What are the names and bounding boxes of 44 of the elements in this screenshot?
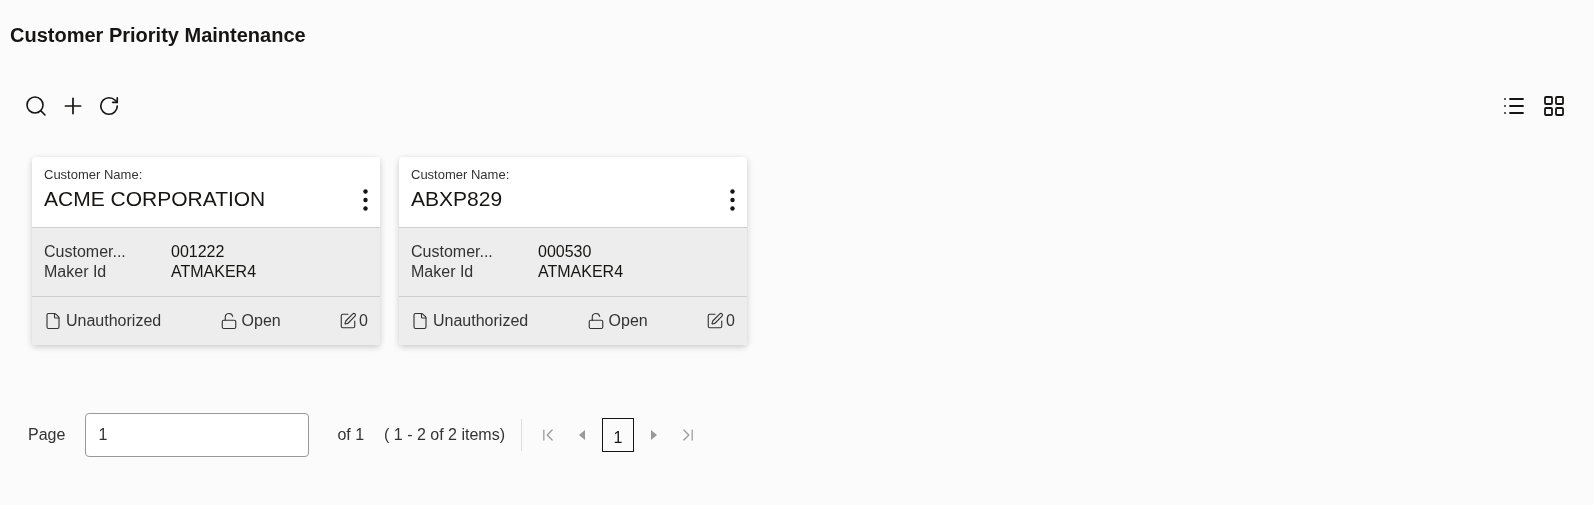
edit-count: 0 <box>726 310 735 331</box>
document-icon <box>44 311 62 330</box>
page-count: of 1 <box>337 424 365 445</box>
edit-icon <box>339 311 358 330</box>
previous-page-button[interactable] <box>578 429 586 440</box>
page-button[interactable]: 1 <box>602 417 634 452</box>
left-triangle-icon <box>578 429 586 440</box>
right-triangle-icon <box>650 429 658 440</box>
grid-icon <box>1542 94 1566 118</box>
name-label: Customer Name: <box>411 166 510 184</box>
document-icon <box>411 311 429 330</box>
field-label: Customer... <box>411 241 494 262</box>
grid-view-button[interactable] <box>1542 94 1566 118</box>
field-label: Maker Id <box>44 261 108 282</box>
refresh-icon <box>98 95 120 117</box>
more-icon <box>363 188 368 211</box>
field-value: 001222 <box>171 241 226 262</box>
next-page-button[interactable] <box>650 429 658 440</box>
more-button[interactable] <box>730 188 735 211</box>
status-text: Unauthorized <box>433 310 529 331</box>
field-value: ATMAKER4 <box>538 261 625 282</box>
search-icon <box>24 94 48 118</box>
search-button[interactable] <box>24 94 48 118</box>
more-button[interactable] <box>363 188 368 211</box>
more-icon <box>730 188 735 211</box>
customer-name: ACME CORPORATION <box>44 185 266 212</box>
page-title: Customer Priority Maintenance <box>9 23 307 48</box>
field-label: Maker Id <box>411 261 475 282</box>
refresh-button[interactable] <box>98 95 120 117</box>
edit-count: 0 <box>359 310 368 331</box>
item-range: ( 1 - 2 of 2 items) <box>384 424 505 445</box>
page-input[interactable]: 1 <box>85 412 310 457</box>
field-label: Customer... <box>44 241 127 262</box>
customer-name: ABXP829 <box>411 185 504 212</box>
field-value: ATMAKER4 <box>171 261 258 282</box>
field-value: 000530 <box>538 241 593 262</box>
page-label: Page <box>28 424 66 445</box>
unlock-icon <box>219 311 238 330</box>
name-label: Customer Name: <box>44 166 144 184</box>
record-status-text: Open <box>241 310 281 331</box>
status-text: Unauthorized <box>66 310 162 331</box>
unlock-icon <box>586 311 605 330</box>
record-status-text: Open <box>608 310 648 331</box>
edit-icon <box>706 311 725 330</box>
